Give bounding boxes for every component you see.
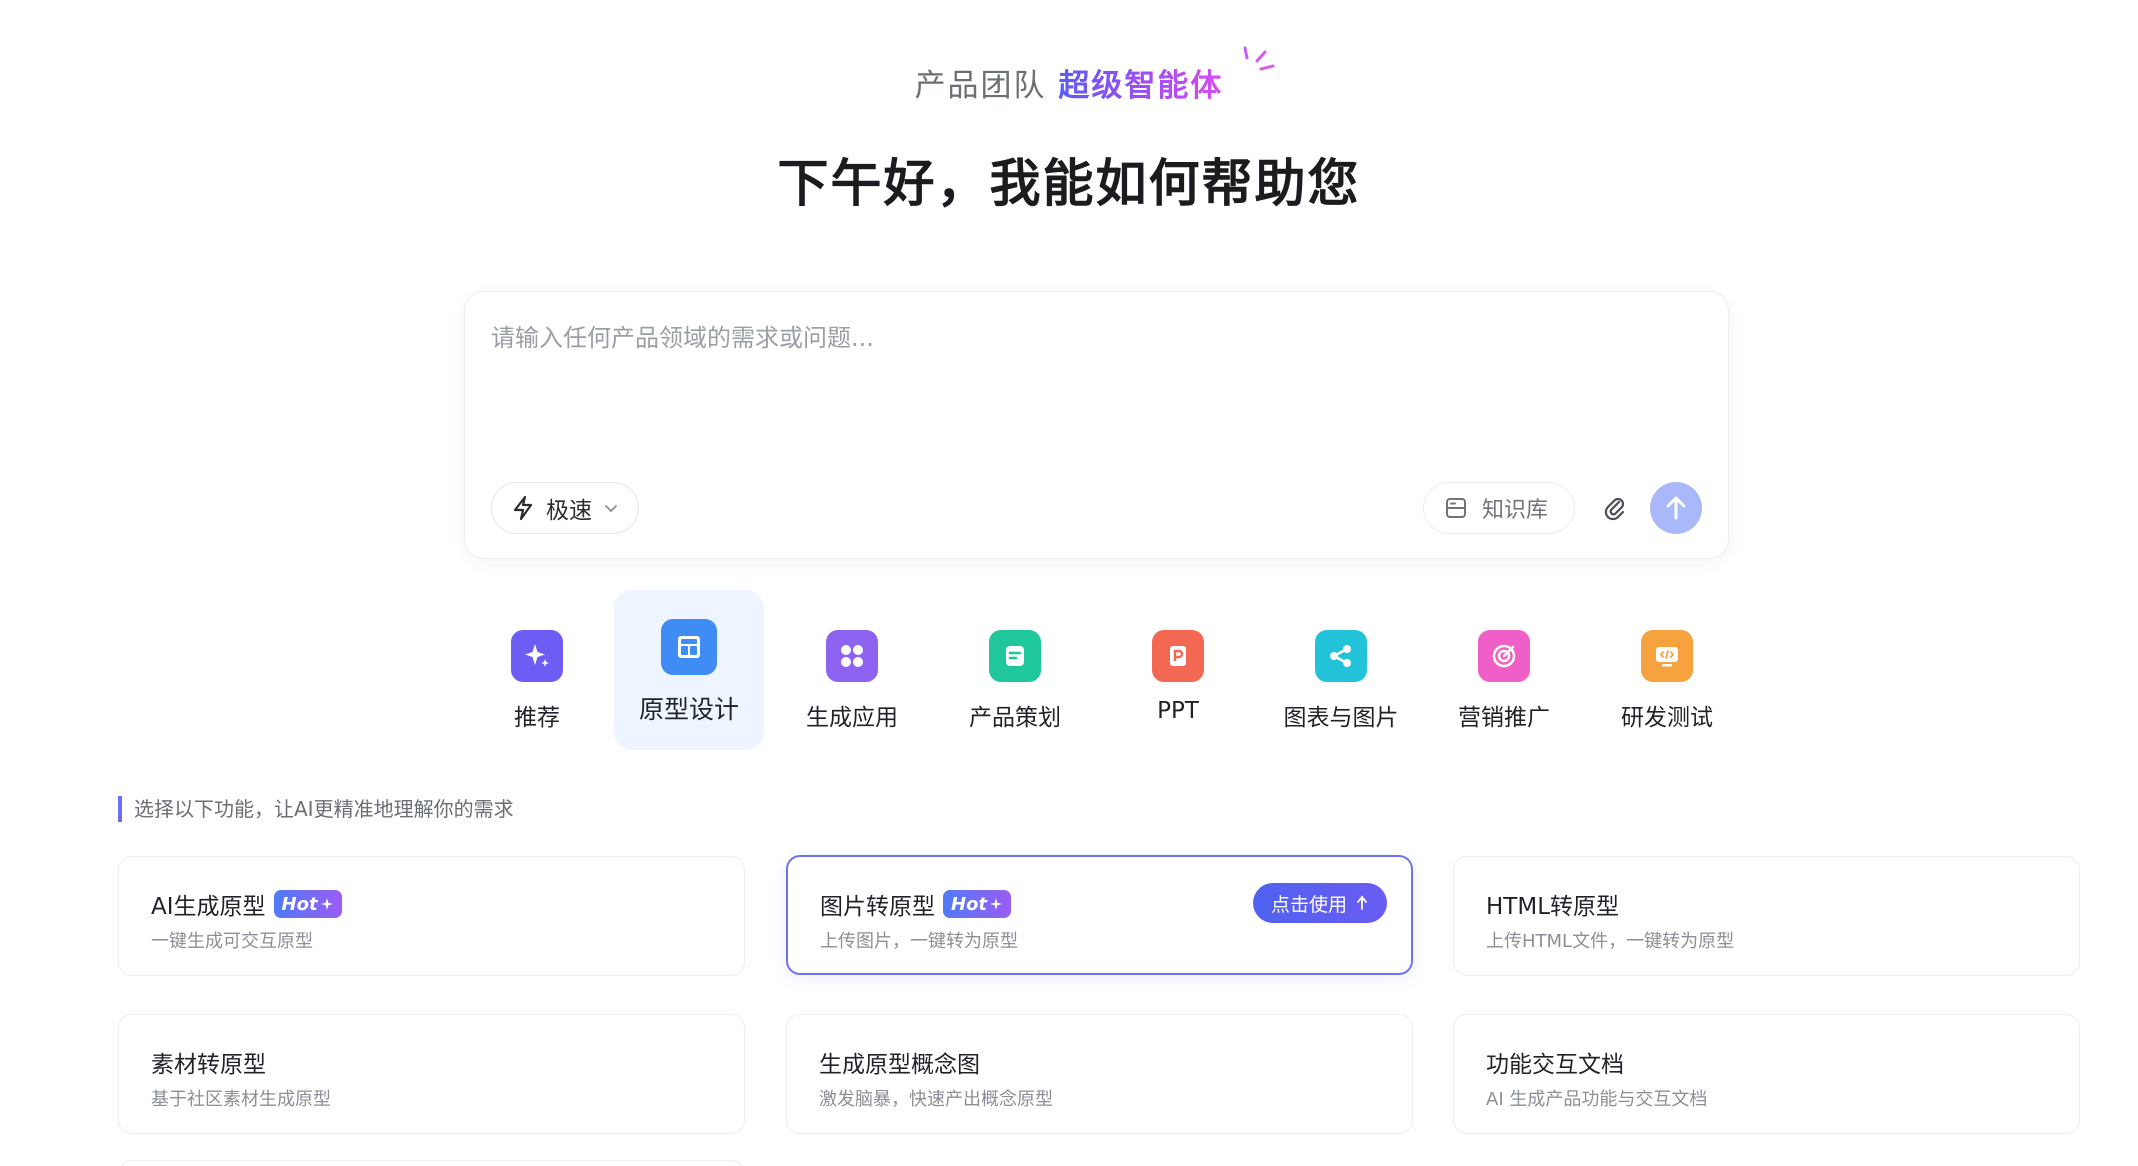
card-title-text: 图片转原型 [820,894,935,920]
tab-label: 原型设计 [638,695,739,724]
card-title: 功能交互文档 [1486,1045,1624,1079]
tab-label: 产品策划 [969,705,1061,731]
card-title: HTML转原型 [1486,887,1619,921]
card-desc: AI 生成产品功能与交互文档 [1486,1089,1708,1110]
speed-mode-label: 极速 [546,498,592,524]
tab-generate-app[interactable]: 生成应用 [777,590,927,750]
card-title-text: 功能交互文档 [1486,1052,1624,1078]
use-now-label: 点击使用 [1270,893,1347,916]
share-icon [1315,630,1367,682]
tab-label: 营销推广 [1458,705,1550,731]
card-title-text: 生成原型概念图 [819,1052,980,1078]
page-title: 下午好，我能如何帮助您 [777,155,1361,214]
arrow-up-icon [1666,496,1686,520]
card-desc: 一键生成可交互原型 [151,931,313,952]
tab-label: 研发测试 [1621,705,1713,731]
knowledge-base-label: 知识库 [1482,498,1549,523]
chevron-down-icon [605,505,617,513]
card-title-text: 素材转原型 [151,1052,266,1078]
prompt-card: 极速 知识库 [464,291,1729,559]
tab-label: 推荐 [514,705,560,731]
card-desc: 上传图片，一键转为原型 [820,931,1018,952]
knowledge-base-button[interactable]: 知识库 [1423,482,1575,534]
hot-badge-text: Hot [281,893,318,915]
tab-label: 生成应用 [806,705,898,731]
code-icon [1641,630,1693,682]
lightning-icon [513,495,533,521]
hero-tagline: 产品团队 超级智能体 [0,60,2138,105]
hot-badge: Hot [273,890,342,918]
tab-charts-images[interactable]: 图表与图片 [1266,590,1416,750]
layout-icon [661,619,717,675]
card-title: 素材转原型 [151,1045,266,1079]
target-icon [1478,630,1530,682]
tab-label: PPT [1157,698,1199,724]
card-image-to-prototype[interactable]: 图片转原型 Hot 上传图片，一键转为原型 点击使用 [786,855,1413,975]
tab-label: 图表与图片 [1283,705,1399,731]
card-partial [118,1160,745,1166]
card-title-text: AI生成原型 [151,894,266,920]
card-title: 图片转原型 Hot [820,887,1012,921]
paperclip-icon [1604,497,1625,521]
card-ai-prototype[interactable]: AI生成原型 Hot 一键生成可交互原型 [118,856,745,976]
sparkle-decoration-icon [1243,46,1275,71]
card-asset-to-prototype[interactable]: 素材转原型 基于社区素材生成原型 [118,1014,745,1134]
tagline-prefix: 产品团队 [914,68,1047,104]
card-title: 生成原型概念图 [819,1045,980,1079]
tab-recommend[interactable]: 推荐 [462,590,612,750]
ppt-icon [1152,630,1204,682]
apps-icon [826,630,878,682]
sparkle-icon [990,898,1003,910]
tab-product-planning[interactable]: 产品策划 [940,590,1090,750]
tab-dev-testing[interactable]: 研发测试 [1592,590,1742,750]
card-desc: 基于社区素材生成原型 [151,1089,331,1110]
card-title: AI生成原型 Hot [151,887,342,921]
tab-ppt[interactable]: PPT [1103,590,1253,750]
hot-badge: Hot [943,890,1012,918]
prompt-input[interactable] [491,318,1691,458]
document-icon [989,630,1041,682]
card-desc: 激发脑暴，快速产出概念原型 [819,1089,1053,1110]
card-desc: 上传HTML文件，一键转为原型 [1486,931,1735,952]
card-title-text: HTML转原型 [1486,894,1620,920]
sparkle-icon [511,630,563,682]
card-html-to-prototype[interactable]: HTML转原型 上传HTML文件，一键转为原型 [1453,856,2080,976]
database-icon [1446,498,1466,518]
card-prototype-concept[interactable]: 生成原型概念图 激发脑暴，快速产出概念原型 [786,1014,1413,1134]
tab-marketing[interactable]: 营销推广 [1429,590,1579,750]
speed-mode-dropdown[interactable]: 极速 [491,482,639,534]
tagline-highlight: 超级智能体 [1058,68,1224,104]
feature-hint: 选择以下功能，让AI更精准地理解你的需求 [118,796,514,822]
sparkle-icon [320,898,333,910]
use-now-button[interactable]: 点击使用 [1252,883,1387,923]
send-button[interactable] [1650,482,1702,534]
hot-badge-text: Hot [951,893,988,915]
arrow-up-icon [1357,895,1367,910]
card-interaction-doc[interactable]: 功能交互文档 AI 生成产品功能与交互文档 [1453,1014,2080,1134]
tab-prototype-design[interactable]: 原型设计 [614,590,764,750]
attach-button[interactable] [1595,488,1635,528]
